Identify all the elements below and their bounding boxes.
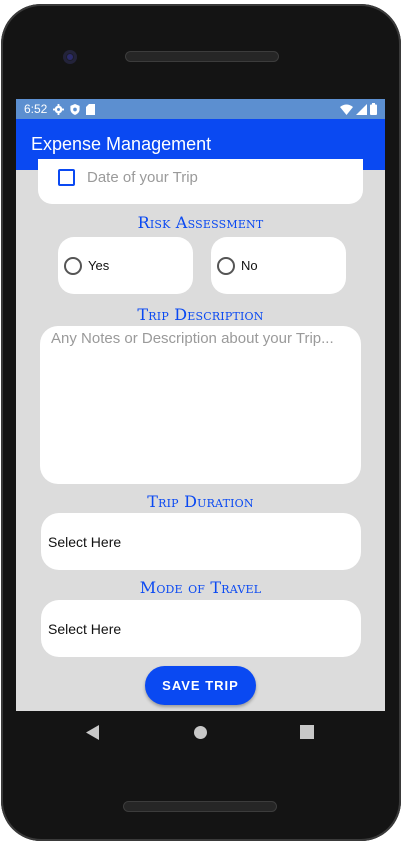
risk-assessment-title: Risk Assessment: [137, 213, 264, 232]
back-icon[interactable]: [86, 725, 100, 745]
signal-icon: [356, 103, 367, 115]
radio-yes-label[interactable]: Yes: [88, 258, 109, 273]
trip-description-title: Trip Description: [137, 305, 264, 324]
date-field[interactable]: Date of your Trip: [87, 169, 198, 186]
radio-yes-button[interactable]: [64, 257, 82, 275]
date-checkbox[interactable]: [58, 169, 75, 186]
trip-duration-value: Select Here: [48, 534, 122, 550]
shield-icon: [70, 103, 80, 115]
trip-duration-select[interactable]: Select Here: [41, 513, 361, 570]
description-placeholder: Any Notes or Description about your Trip…: [51, 330, 334, 347]
radio-no-button[interactable]: [217, 257, 235, 275]
battery-icon: [370, 103, 377, 115]
camera-icon: [63, 50, 77, 64]
radio-no-card[interactable]: No: [211, 237, 346, 294]
app-title: Expense Management: [31, 134, 212, 154]
save-trip-button[interactable]: Save Trip: [145, 666, 256, 705]
radio-yes-card[interactable]: Yes: [58, 237, 193, 294]
navigation-bar: [16, 711, 385, 755]
description-input[interactable]: Any Notes or Description about your Trip…: [40, 326, 361, 484]
recents-icon[interactable]: [300, 725, 314, 744]
app-screen: 6:52 Expense Management Date of your Tri…: [16, 99, 385, 711]
status-time: 6:52: [24, 102, 48, 116]
trip-duration-title: Trip Duration: [147, 492, 254, 511]
sd-card-icon: [86, 103, 96, 115]
mode-of-travel-value: Select Here: [48, 621, 122, 637]
top-speaker: [125, 51, 279, 62]
mode-of-travel-title: Mode of Travel: [139, 578, 262, 597]
radio-no-label[interactable]: No: [241, 258, 258, 273]
status-bar: 6:52: [16, 99, 385, 119]
home-icon[interactable]: [193, 725, 208, 745]
bottom-speaker: [123, 801, 277, 812]
wifi-icon: [340, 104, 353, 115]
mode-of-travel-select[interactable]: Select Here: [41, 600, 361, 657]
settings-icon: [53, 103, 65, 115]
